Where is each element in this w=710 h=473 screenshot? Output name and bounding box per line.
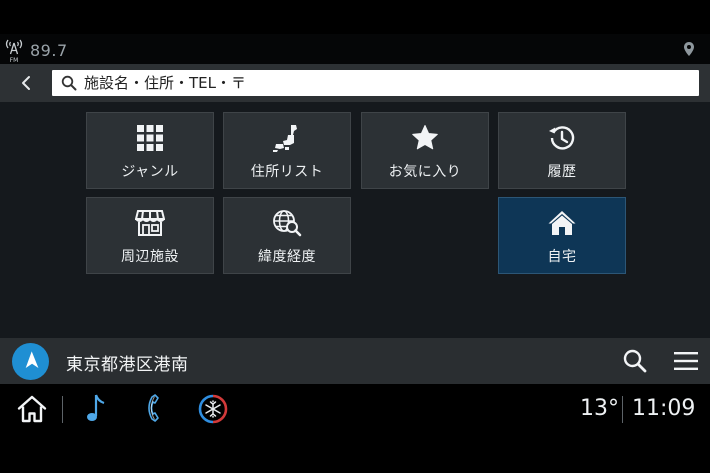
bottom-bar: 13° 11:09 <box>0 384 710 436</box>
climate-icon[interactable] <box>197 393 229 425</box>
screen: FM 89.7 施設名・住所・TEL・〒 ジャンル 住所リスト お気に入り 履歴… <box>0 0 710 473</box>
tile-genre[interactable]: ジャンル <box>86 112 214 189</box>
music-note-icon[interactable] <box>84 392 108 424</box>
menu-icon[interactable] <box>674 350 698 372</box>
search-input[interactable] <box>84 74 684 92</box>
tile-lat-lon[interactable]: 緯度経度 <box>223 197 351 274</box>
navigation-arrow-icon <box>25 350 38 368</box>
tile-history[interactable]: 履歴 <box>498 112 626 189</box>
history-icon <box>549 126 575 150</box>
phone-icon[interactable] <box>142 392 162 424</box>
tile-label: 履歴 <box>547 164 577 180</box>
destination-menu: ジャンル 住所リスト お気に入り 履歴 周辺施設 緯度経度 自宅 <box>0 102 710 338</box>
tile-home[interactable]: 自宅 <box>498 197 626 274</box>
search-icon <box>61 75 77 91</box>
outside-temperature: 13° <box>580 396 619 421</box>
tile-label: お気に入り <box>388 164 462 180</box>
status-bar: FM 89.7 <box>0 34 710 64</box>
search-field[interactable] <box>52 70 699 96</box>
store-icon <box>135 210 165 236</box>
location-pin-icon <box>684 42 694 56</box>
search-bar <box>0 64 710 102</box>
tile-label: 周辺施設 <box>121 249 179 265</box>
tile-nearby[interactable]: 周辺施設 <box>86 197 214 274</box>
japan-map-icon <box>273 125 297 152</box>
tile-favorites[interactable]: お気に入り <box>361 112 489 189</box>
navigation-bar: 東京都港区港南 <box>0 338 710 384</box>
home-screen-icon[interactable] <box>17 395 47 423</box>
chevron-left-icon <box>22 76 30 90</box>
tile-label: 住所リスト <box>250 164 324 180</box>
tile-label: 自宅 <box>547 249 577 265</box>
divider <box>62 396 63 423</box>
tile-address-list[interactable]: 住所リスト <box>223 112 351 189</box>
clock: 11:09 <box>632 396 696 421</box>
radio-frequency: 89.7 <box>30 41 68 60</box>
map-search-icon[interactable] <box>622 348 648 374</box>
radio-icon: FM <box>5 39 23 63</box>
globe-search-icon <box>273 210 302 237</box>
tile-label: ジャンル <box>121 164 179 180</box>
grid-icon <box>137 125 163 151</box>
tile-label: 緯度経度 <box>258 249 316 265</box>
radio-band: FM <box>10 57 19 63</box>
home-icon <box>548 211 576 235</box>
current-location: 東京都港区港南 <box>66 355 189 375</box>
star-icon <box>412 125 438 150</box>
divider <box>622 396 623 423</box>
navigation-button[interactable] <box>12 343 49 380</box>
back-button[interactable] <box>11 70 41 96</box>
